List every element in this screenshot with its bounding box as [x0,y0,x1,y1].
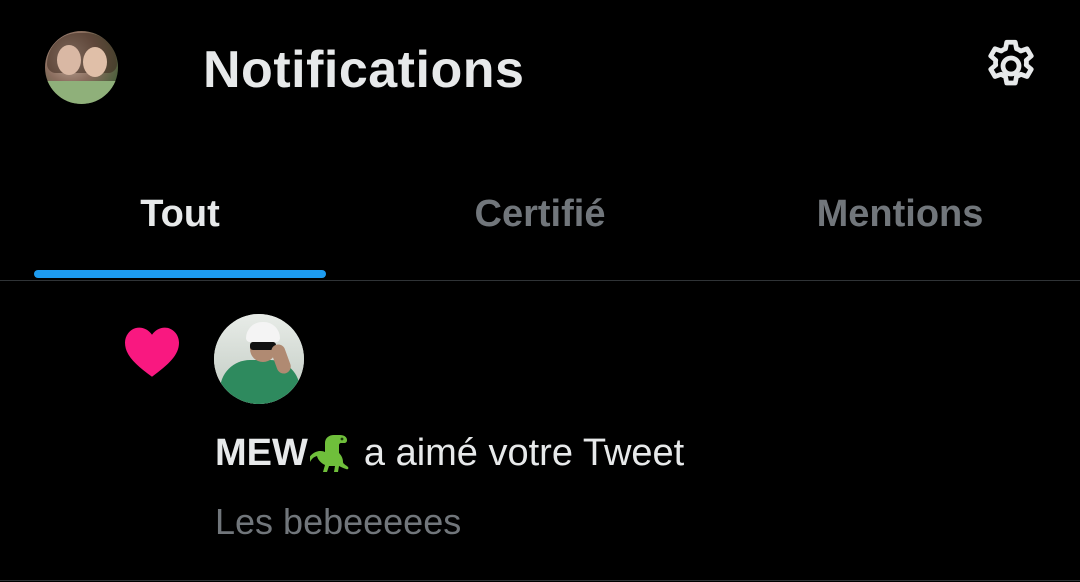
avatar-face-left [57,45,81,75]
user-avatar[interactable] [214,314,304,404]
avatar-face-right [83,47,107,77]
gear-icon [988,39,1034,86]
page-title: Notifications [203,41,525,99]
notification-text: MEW a aimé votre Tweet [215,431,684,475]
tab-all[interactable]: Tout [0,150,360,278]
tab-mentions[interactable]: Mentions [720,150,1080,278]
divider [0,580,1080,581]
tab-bar: Tout Certifié Mentions [0,150,1080,281]
notification-action: a aimé votre Tweet [363,431,685,474]
tab-certified[interactable]: Certifié [360,150,720,278]
settings-button[interactable] [979,34,1043,98]
notifications-screen: Notifications Tout Certifié Mentions MEW [0,0,1080,582]
tweet-preview[interactable]: Les bebeeeees [215,501,461,543]
notification-item[interactable]: MEW a aimé votre Tweet Les bebeeeees [0,281,1080,580]
notification-username[interactable]: MEW [215,432,308,475]
heart-icon [125,327,179,377]
header: Notifications [0,0,1080,140]
dinosaur-icon [309,435,349,472]
profile-avatar[interactable] [45,31,118,104]
active-tab-indicator [34,270,326,278]
avatar-shirt [45,81,118,104]
